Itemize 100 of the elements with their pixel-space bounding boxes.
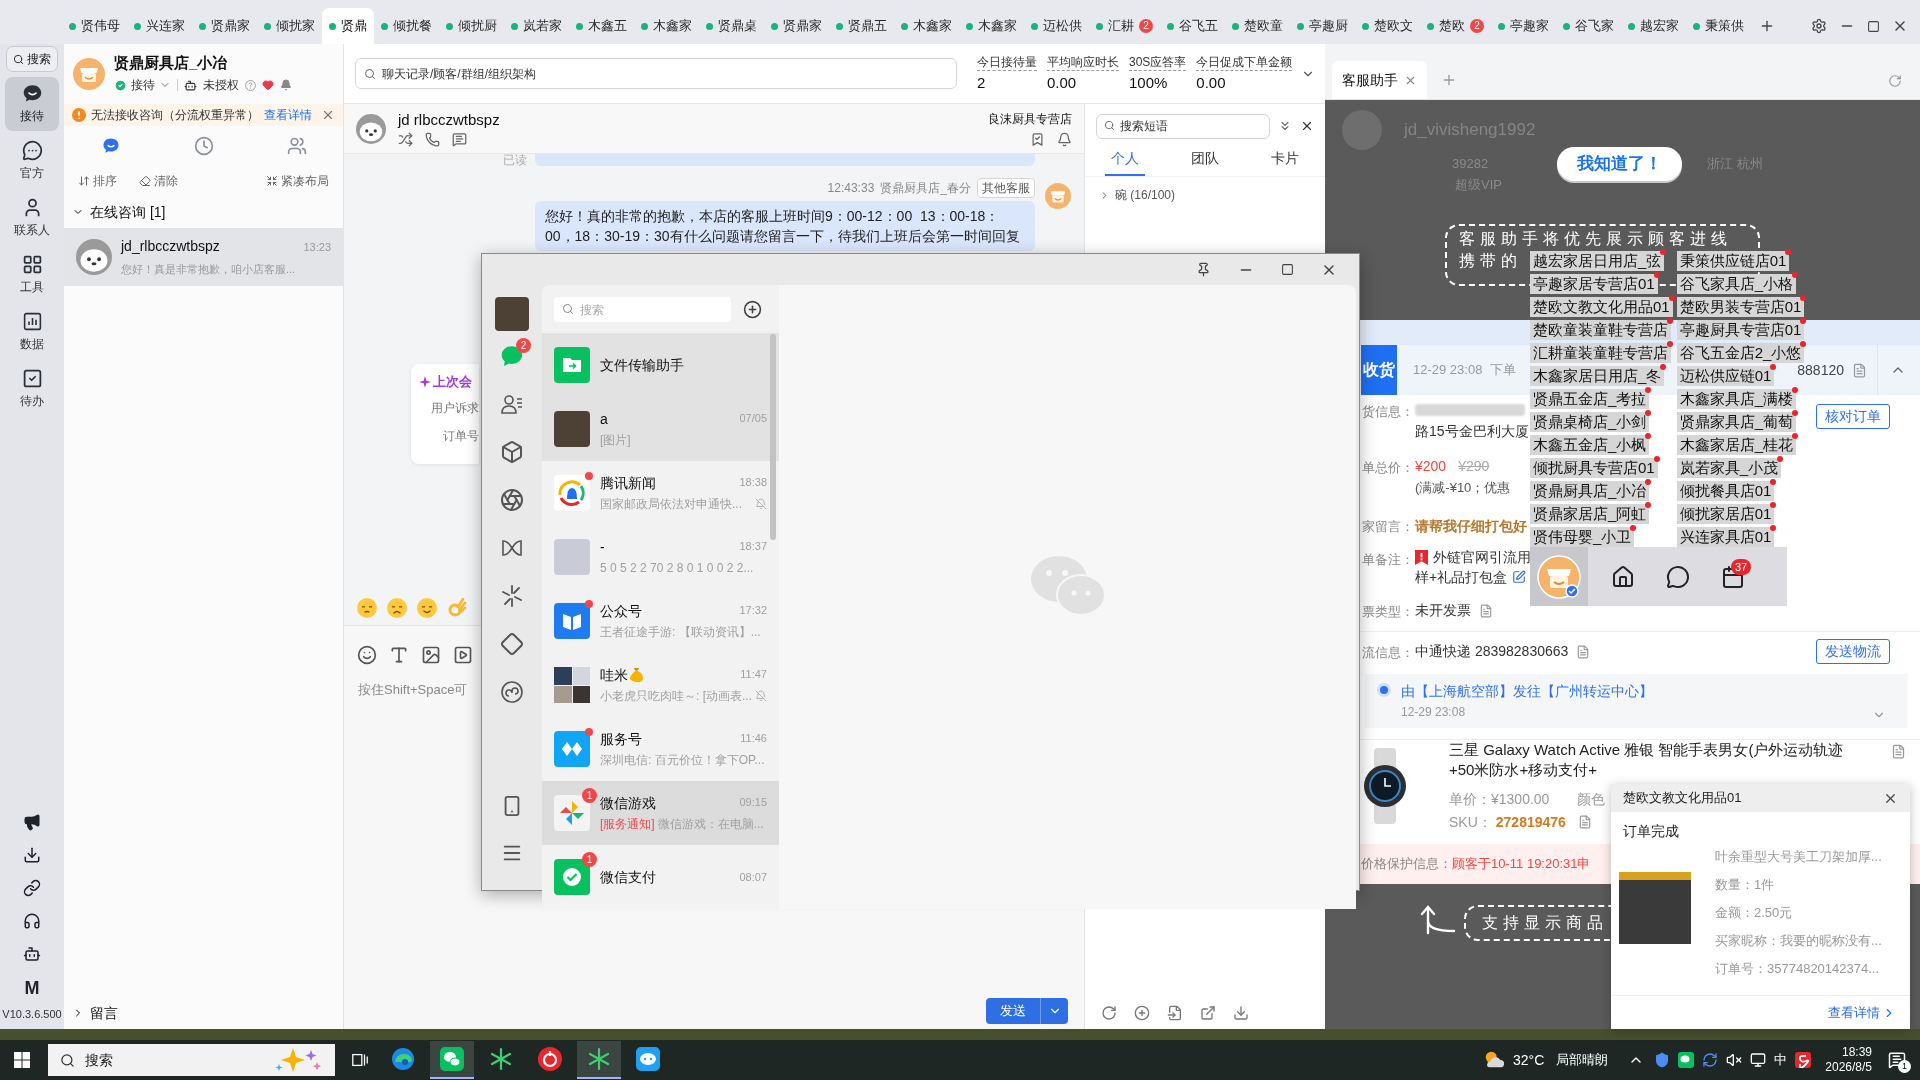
- conversation-item[interactable]: jd_rlbcczwtbspz 13:23 您好！真是非常抱歉，咱小店客服...: [64, 228, 343, 286]
- shop-tag[interactable]: 亭趣厨具专营店01: [1676, 320, 1805, 340]
- store-tab[interactable]: 迈松供: [1024, 8, 1089, 44]
- image-icon[interactable]: [421, 645, 441, 665]
- megaphone-icon[interactable]: [23, 813, 41, 831]
- burst-icon[interactable]: [500, 584, 524, 608]
- store-tab[interactable]: 楚欧文: [1355, 8, 1420, 44]
- store-tab[interactable]: 楚欧 2: [1420, 8, 1491, 44]
- send-options-button[interactable]: [1040, 998, 1068, 1024]
- chat-item[interactable]: 腾讯新闻 18:38 国家邮政局依法对申通快...: [542, 461, 779, 525]
- store-tab[interactable]: 汇耕 2: [1089, 8, 1160, 44]
- pin-icon[interactable]: [1196, 262, 1211, 277]
- shop-tag[interactable]: 贤鼎家具店_葡萄: [1676, 412, 1797, 432]
- chat-item[interactable]: a 07/05 [图片]: [542, 397, 779, 461]
- copy-icon[interactable]: [1891, 744, 1906, 759]
- copy-icon[interactable]: [1479, 603, 1493, 618]
- store-tab[interactable]: 贤伟母: [62, 8, 127, 44]
- copy-icon[interactable]: [1577, 815, 1592, 829]
- nav-item[interactable]: 接待: [5, 77, 59, 131]
- search-field[interactable]: 搜索短语: [1096, 113, 1270, 139]
- shop-tag[interactable]: 谷飞家具店_小格: [1676, 274, 1797, 294]
- app-icon[interactable]: [1795, 1052, 1812, 1068]
- task-view-icon[interactable]: [351, 1051, 369, 1069]
- edit-icon[interactable]: [1512, 570, 1527, 584]
- status-dropdown[interactable]: 接待: [114, 76, 171, 94]
- shop-tag[interactable]: 楚欧童装童鞋专营店: [1530, 320, 1671, 340]
- store-tab[interactable]: 谷飞五: [1160, 8, 1225, 44]
- refresh-icon[interactable]: [1101, 1005, 1117, 1021]
- input-method-indicator[interactable]: 中: [1774, 1050, 1788, 1070]
- shop-tag[interactable]: 贤伟母婴_小卫: [1530, 527, 1635, 547]
- shop-tag[interactable]: 木鑫家具店_满楼: [1676, 389, 1797, 409]
- phrase-tab[interactable]: 卡片: [1265, 142, 1305, 176]
- import-icon[interactable]: [1167, 1005, 1183, 1021]
- shop-tag[interactable]: 汇耕童装童鞋专营店: [1530, 343, 1671, 363]
- shop-tag[interactable]: 贤鼎家居店_阿虹: [1530, 504, 1650, 524]
- store-tab[interactable]: 贤鼎家: [764, 8, 829, 44]
- add-icon[interactable]: [1134, 1005, 1150, 1021]
- search-field[interactable]: 搜索: [554, 297, 731, 322]
- bell-icon[interactable]: [1057, 131, 1072, 147]
- sort-button[interactable]: 排序: [78, 172, 117, 190]
- font-icon[interactable]: [389, 645, 409, 665]
- chat-item[interactable]: 服务号 11:46 深圳电信: 百元价位！拿下OP...: [542, 717, 779, 781]
- chat-icon[interactable]: [1666, 564, 1690, 589]
- cube-icon[interactable]: [500, 440, 524, 464]
- store-tab[interactable]: 贤鼎家: [192, 8, 257, 44]
- settings-icon[interactable]: [1811, 18, 1827, 34]
- nav-item[interactable]: 联系人: [5, 191, 59, 245]
- send-button[interactable]: 发送: [986, 998, 1040, 1024]
- shop-tag[interactable]: 亭趣家居专营店01: [1530, 274, 1658, 294]
- video-icon[interactable]: [453, 645, 473, 665]
- clock-icon[interactable]: [193, 136, 214, 156]
- store-tab[interactable]: 倾扰厨: [439, 8, 504, 44]
- bot-icon[interactable]: [23, 945, 41, 963]
- diamond-icon[interactable]: [500, 632, 524, 656]
- store-tab[interactable]: 秉策供: [1686, 8, 1751, 44]
- maximize-icon[interactable]: [1281, 263, 1294, 276]
- export-icon[interactable]: [1200, 1005, 1216, 1021]
- store-tab[interactable]: 贤鼎: [322, 8, 374, 44]
- heart-icon[interactable]: [262, 79, 274, 91]
- users-icon[interactable]: [286, 136, 307, 156]
- store-tab[interactable]: 兴连家: [127, 8, 192, 44]
- store-tab[interactable]: 岚若家: [504, 8, 569, 44]
- check-order-button[interactable]: 核对订单: [1816, 403, 1890, 429]
- shop-tag[interactable]: 倾扰厨具专营店01: [1530, 458, 1658, 478]
- shop-tag[interactable]: 木鑫家居日用店_冬: [1530, 366, 1665, 386]
- shop-tag[interactable]: 倾扰家居店01: [1676, 504, 1775, 524]
- chat-item[interactable]: 哇米 11:47 小老虎只吃肉哇～: [动画表...: [542, 653, 779, 717]
- message-icon[interactable]: [452, 131, 467, 147]
- volume-muted-icon[interactable]: [1726, 1052, 1743, 1068]
- search-field[interactable]: 聊天记录/顾客/群组/组织架构: [355, 58, 957, 89]
- search-button[interactable]: 搜索: [6, 46, 58, 72]
- add-icon[interactable]: [743, 299, 762, 319]
- panel-tab[interactable]: 客服助手: [1332, 61, 1427, 99]
- store-tab[interactable]: 木鑫家: [634, 8, 699, 44]
- nav-item[interactable]: 待办: [5, 362, 59, 416]
- details-link[interactable]: 查看详情: [264, 106, 312, 124]
- chat-item[interactable]: 文件传输助手: [542, 333, 779, 397]
- sync-icon[interactable]: [1702, 1052, 1719, 1068]
- transfer-icon[interactable]: [398, 131, 413, 147]
- compact-layout-button[interactable]: 紧凑布局: [266, 172, 329, 190]
- shop-tag[interactable]: 贤鼎桌椅店_小剑: [1530, 412, 1650, 432]
- store-tab[interactable]: 亭趣厨: [1290, 8, 1355, 44]
- copy-icon[interactable]: [1576, 644, 1591, 659]
- shop-tag[interactable]: 倾扰餐具店01: [1676, 481, 1775, 501]
- search-field[interactable]: 搜索: [48, 1044, 335, 1076]
- group-header[interactable]: 在线咨询 [1]: [64, 196, 343, 228]
- download-icon[interactable]: [23, 846, 41, 864]
- store-tab[interactable]: 贤鼎五: [829, 8, 894, 44]
- shop-tag[interactable]: 木鑫五金店_小枫: [1530, 435, 1650, 455]
- link-icon[interactable]: [23, 879, 41, 897]
- swirl-icon[interactable]: [500, 680, 524, 704]
- phrase-tab[interactable]: 团队: [1185, 142, 1225, 176]
- shop-tag[interactable]: 秉策供应链店01: [1676, 251, 1790, 271]
- shop-tag[interactable]: 岚若家具_小茂: [1676, 458, 1782, 478]
- nav-item[interactable]: 工具: [5, 248, 59, 302]
- store-tab[interactable]: 倾扰餐: [374, 8, 439, 44]
- phrase-tab[interactable]: 个人: [1105, 142, 1145, 176]
- bookmark-icon[interactable]: [1030, 131, 1045, 147]
- shop-tag[interactable]: 木鑫家居店_桂花: [1676, 435, 1797, 455]
- shield-icon[interactable]: [1654, 1052, 1671, 1068]
